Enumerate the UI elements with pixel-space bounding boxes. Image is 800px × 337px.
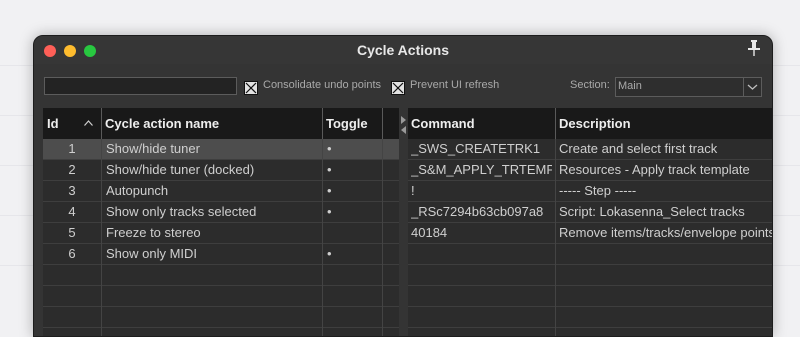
cell-command: _SWS_CREATETRK1 [411, 141, 541, 156]
commands-header: Command Description [408, 108, 772, 139]
column-divider[interactable] [322, 108, 323, 139]
table-row[interactable]: 4 Show only tracks selected • [43, 202, 399, 223]
cell-name: Show only MIDI [106, 246, 198, 261]
cell-name: Show only tracks selected [106, 204, 257, 219]
table-row[interactable]: 6 Show only MIDI • [43, 244, 399, 265]
consolidate-undo-checkbox[interactable] [244, 81, 258, 95]
cell-name: Freeze to stereo [106, 225, 201, 240]
cell-command: _RSc7294b63cb097a8 [411, 204, 544, 219]
cycle-actions-list[interactable]: Id Cycle action name Toggle 1 Show/hide … [43, 108, 399, 336]
empty-row [408, 286, 772, 307]
splitter-arrow-icon[interactable] [401, 116, 406, 124]
cell-command: ! [411, 183, 415, 198]
cell-description: Create and select first track [559, 141, 718, 156]
cell-toggle: • [327, 183, 332, 198]
empty-row [408, 265, 772, 286]
empty-row [43, 328, 399, 336]
title-bar[interactable]: Cycle Actions [34, 36, 772, 64]
cell-command: _S&M_APPLY_TRTEMPLATE1 [411, 162, 552, 177]
table-row[interactable]: 1 Show/hide tuner • [43, 139, 399, 160]
cell-toggle: • [327, 141, 332, 156]
cell-description: ----- Step ----- [559, 183, 637, 198]
grid-line [101, 139, 102, 336]
cell-description: Script: Lokasenna_Select tracks [559, 204, 745, 219]
cell-id: 1 [68, 141, 76, 156]
table-row[interactable]: 3 Autopunch • [43, 181, 399, 202]
cell-id: 2 [68, 162, 76, 177]
column-header-id[interactable]: Id [47, 108, 77, 139]
empty-row [43, 265, 399, 286]
pin-icon[interactable] [746, 39, 762, 57]
checkbox-icon [392, 82, 404, 94]
cell-toggle: • [327, 204, 332, 219]
table-row[interactable]: _RSc7294b63cb097a8 Script: Lokasenna_Sel… [408, 202, 772, 223]
column-header-toggle[interactable]: Toggle [326, 108, 382, 139]
cell-id: 4 [68, 204, 76, 219]
cell-toggle: • [327, 162, 332, 177]
table-row[interactable]: _S&M_APPLY_TRTEMPLATE1 Resources - Apply… [408, 160, 772, 181]
cell-name: Autopunch [106, 183, 169, 198]
dropdown-arrow-icon[interactable] [743, 78, 761, 96]
cycle-actions-window: Cycle Actions Consolidate undo points Pr… [33, 35, 773, 337]
empty-row [408, 328, 772, 336]
empty-row [408, 244, 772, 265]
grid-line [322, 139, 323, 336]
sort-ascending-icon[interactable] [84, 120, 93, 126]
grid-line [555, 139, 556, 336]
cell-name: Show/hide tuner (docked) [106, 162, 255, 177]
splitter-arrow-icon[interactable] [401, 126, 406, 134]
empty-row [43, 307, 399, 328]
table-row[interactable]: _SWS_CREATETRK1 Create and select first … [408, 139, 772, 160]
column-header-name[interactable]: Cycle action name [105, 108, 315, 139]
cell-id: 6 [68, 246, 76, 261]
cell-description: Resources - Apply track template [559, 162, 750, 177]
grid-line [382, 139, 383, 336]
column-divider[interactable] [555, 108, 556, 139]
cell-id: 3 [68, 183, 76, 198]
column-header-command[interactable]: Command [411, 108, 551, 139]
prevent-ui-refresh-label: Prevent UI refresh [410, 79, 500, 91]
cycle-actions-header: Id Cycle action name Toggle [43, 108, 399, 139]
table-row[interactable]: 5 Freeze to stereo [43, 223, 399, 244]
column-header-description[interactable]: Description [559, 108, 769, 139]
checkbox-icon [245, 82, 257, 94]
consolidate-undo-label: Consolidate undo points [263, 79, 382, 91]
section-label: Section: [570, 79, 610, 91]
cell-id: 5 [68, 225, 76, 240]
cell-toggle [327, 223, 377, 244]
cell-description: Remove items/tracks/envelope points [559, 225, 772, 240]
table-row[interactable]: 2 Show/hide tuner (docked) • [43, 160, 399, 181]
cell-toggle: • [327, 246, 332, 261]
filter-input[interactable] [44, 77, 237, 95]
section-value: Main [618, 80, 642, 92]
empty-row [408, 307, 772, 328]
cell-name: Show/hide tuner [106, 141, 200, 156]
empty-row [43, 286, 399, 307]
commands-list[interactable]: Command Description _SWS_CREATETRK1 Crea… [408, 108, 772, 336]
table-row[interactable]: ! ----- Step ----- [408, 181, 772, 202]
section-select[interactable]: Main [615, 77, 762, 97]
column-divider[interactable] [382, 108, 383, 139]
table-row[interactable]: 40184 Remove items/tracks/envelope point… [408, 223, 772, 244]
window-title: Cycle Actions [356, 42, 450, 58]
prevent-ui-refresh-checkbox[interactable] [391, 81, 405, 95]
cell-command: 40184 [411, 225, 448, 240]
pane-splitter[interactable] [399, 108, 408, 336]
column-divider[interactable] [101, 108, 102, 139]
